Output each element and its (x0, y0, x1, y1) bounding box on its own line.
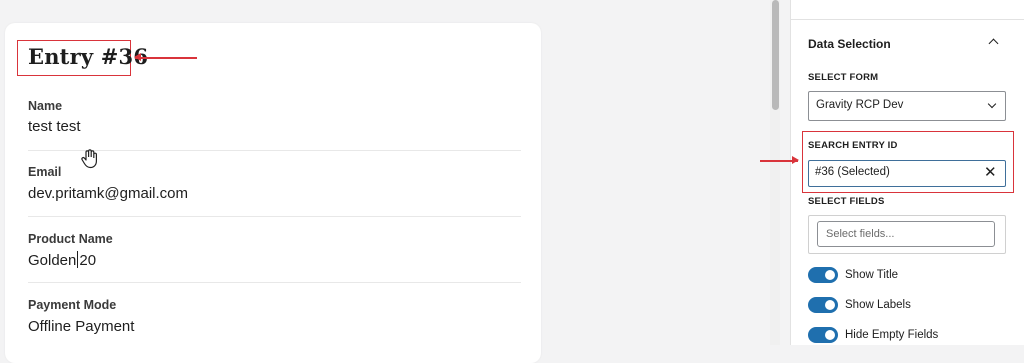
toggle-show-title[interactable] (808, 267, 838, 283)
field-label-payment-mode: Payment Mode (28, 298, 117, 312)
field-value-product-name-part1: Golden (28, 252, 77, 269)
field-value-product-name[interactable]: Golden 20 (28, 251, 96, 269)
section-title-data-selection[interactable]: Data Selection (808, 37, 891, 51)
field-value-email: dev.pritamk@gmail.com (28, 185, 188, 202)
close-icon[interactable]: ✕ (984, 163, 997, 181)
panel-divider (790, 19, 1024, 20)
annotation-arrow (760, 157, 799, 163)
select-fields-label: SELECT FIELDS (808, 196, 885, 207)
hand-pointer-icon (80, 149, 98, 174)
scrollbar-thumb[interactable] (772, 0, 779, 110)
toggle-show-labels[interactable] (808, 297, 838, 313)
entry-title: Entry #36 (28, 44, 149, 69)
field-divider (28, 282, 521, 283)
select-form-label: SELECT FORM (808, 72, 879, 83)
toggle-label-show-title: Show Title (845, 269, 899, 281)
field-divider (28, 150, 521, 151)
field-label-product-name: Product Name (28, 232, 113, 246)
select-fields-placeholder: Select fields... (826, 228, 895, 240)
search-entry-id-value: #36 (Selected) (815, 166, 890, 178)
field-label-email: Email (28, 165, 62, 179)
toggle-label-hide-empty-fields: Hide Empty Fields (845, 329, 939, 341)
field-value-name: test test (28, 118, 81, 135)
field-value-payment-mode: Offline Payment (28, 318, 135, 335)
toggle-hide-empty-fields[interactable] (808, 327, 838, 343)
field-value-product-name-part2: 20 (79, 252, 97, 269)
field-label-name: Name (28, 99, 63, 113)
search-entry-id-label: SEARCH ENTRY ID (808, 140, 898, 151)
annotation-arrow (134, 54, 197, 60)
toggle-label-show-labels: Show Labels (845, 299, 911, 311)
select-form-value: Gravity RCP Dev (816, 99, 904, 111)
field-divider (28, 216, 521, 217)
